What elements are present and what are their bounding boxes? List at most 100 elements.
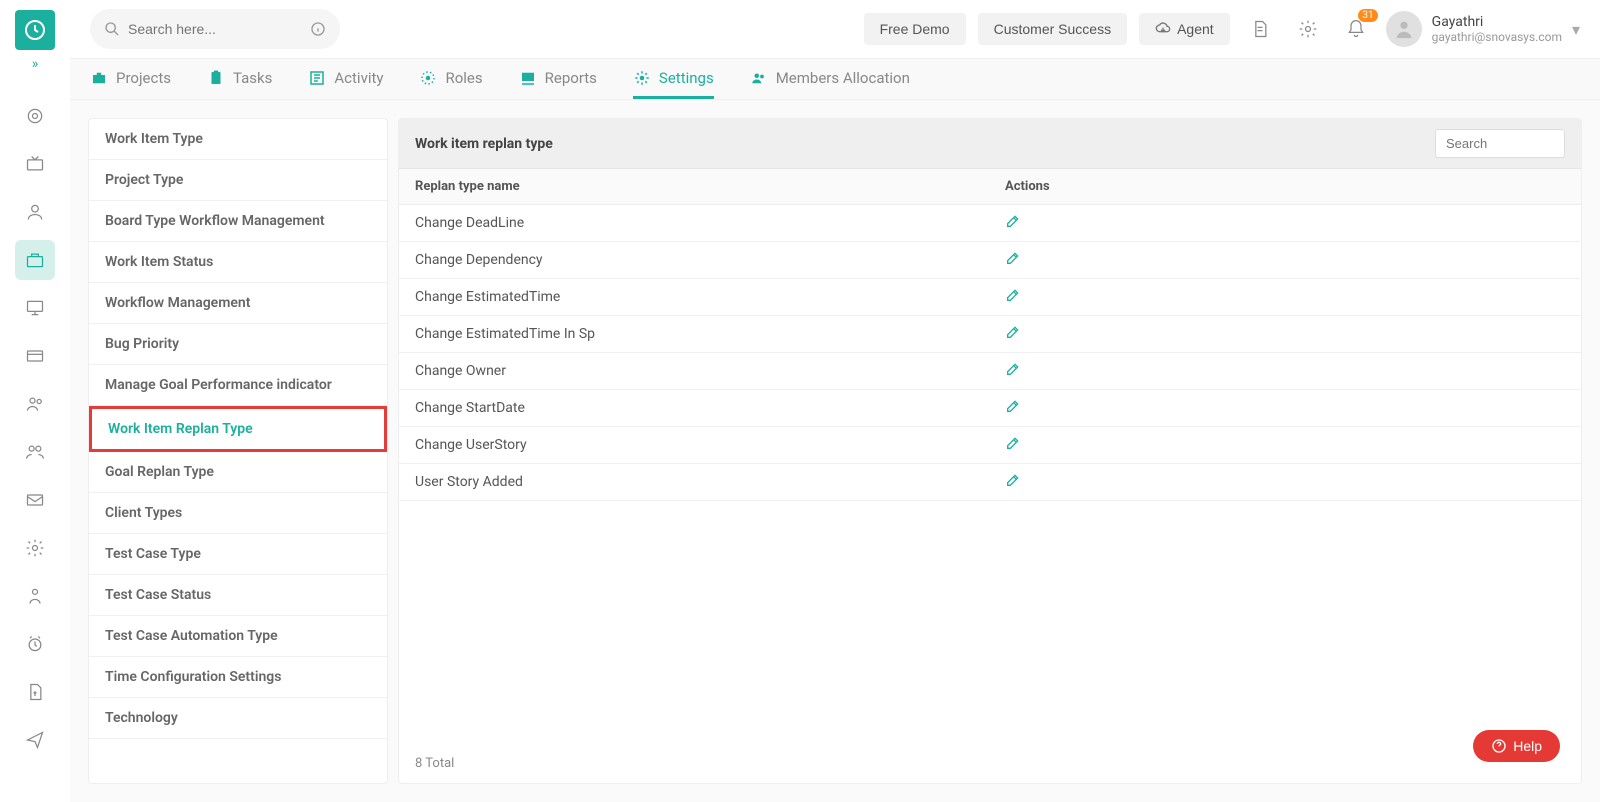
help-button[interactable]: Help <box>1473 730 1560 762</box>
col-replan-name: Replan type name <box>415 179 1005 194</box>
col-actions: Actions <box>1005 179 1565 194</box>
rail-target-icon[interactable] <box>15 96 55 136</box>
edit-icon[interactable] <box>1005 324 1021 340</box>
side-item-project-type[interactable]: Project Type <box>89 160 387 201</box>
global-search[interactable] <box>90 9 340 49</box>
side-item-test-case-status[interactable]: Test Case Status <box>89 575 387 616</box>
topbar: Free Demo Customer Success Agent 31 Gaya… <box>70 0 1600 58</box>
row-name: Change EstimatedTime In Sp <box>415 326 1005 342</box>
row-name: Change EstimatedTime <box>415 289 1005 305</box>
table-row: Change EstimatedTime In Sp <box>399 316 1581 353</box>
main-area: Work Item TypeProject TypeBoard Type Wor… <box>70 100 1600 802</box>
tab-projects[interactable]: Projects <box>90 59 171 99</box>
rail-person-icon[interactable] <box>15 192 55 232</box>
table-header: Replan type name Actions <box>399 169 1581 205</box>
chevron-down-icon: ▾ <box>1572 20 1580 39</box>
rail-card-icon[interactable] <box>15 336 55 376</box>
tab-activity[interactable]: Activity <box>308 59 383 99</box>
rail-user2-icon[interactable] <box>15 576 55 616</box>
user-menu[interactable]: Gayathri gayathri@snovasys.com ▾ <box>1386 11 1580 47</box>
tab-settings[interactable]: Settings <box>633 59 714 99</box>
doc-icon[interactable] <box>1242 11 1278 47</box>
info-icon[interactable] <box>310 21 326 37</box>
cloud-download-icon <box>1155 21 1171 37</box>
row-actions <box>1005 324 1565 344</box>
row-actions <box>1005 435 1565 455</box>
search-icon <box>104 21 120 37</box>
notification-icon[interactable]: 31 <box>1338 11 1374 47</box>
row-name: Change UserStory <box>415 437 1005 453</box>
rail-expand-icon[interactable]: » <box>32 56 39 72</box>
tab-members[interactable]: Members Allocation <box>750 59 910 99</box>
side-item-board-type-workflow-management[interactable]: Board Type Workflow Management <box>89 201 387 242</box>
row-name: Change DeadLine <box>415 215 1005 231</box>
settings-side-panel: Work Item TypeProject TypeBoard Type Wor… <box>88 118 388 784</box>
side-item-time-configuration-settings[interactable]: Time Configuration Settings <box>89 657 387 698</box>
side-item-manage-goal-performance-indicator[interactable]: Manage Goal Performance indicator <box>89 365 387 406</box>
tabs-row: Projects Tasks Activity Roles Reports Se… <box>70 58 1600 100</box>
table-row: User Story Added <box>399 464 1581 501</box>
table-body: Change DeadLine Change Dependency Change E… <box>399 205 1581 501</box>
notification-badge: 31 <box>1358 9 1377 22</box>
rail-people-icon[interactable] <box>15 384 55 424</box>
side-item-work-item-type[interactable]: Work Item Type <box>89 119 387 160</box>
rail-monitor-icon[interactable] <box>15 288 55 328</box>
edit-icon[interactable] <box>1005 361 1021 377</box>
row-name: Change Owner <box>415 363 1005 379</box>
tab-roles[interactable]: Roles <box>419 59 482 99</box>
row-actions <box>1005 472 1565 492</box>
content-title: Work item replan type <box>415 136 553 152</box>
side-item-client-types[interactable]: Client Types <box>89 493 387 534</box>
side-item-workflow-management[interactable]: Workflow Management <box>89 283 387 324</box>
total-count: 8 Total <box>399 744 1581 783</box>
left-rail: » <box>0 0 70 802</box>
rail-briefcase-icon[interactable] <box>15 240 55 280</box>
content-search-input[interactable] <box>1435 129 1565 158</box>
row-name: Change StartDate <box>415 400 1005 416</box>
search-input[interactable] <box>128 21 310 37</box>
edit-icon[interactable] <box>1005 250 1021 266</box>
table-row: Change DeadLine <box>399 205 1581 242</box>
side-item-test-case-type[interactable]: Test Case Type <box>89 534 387 575</box>
user-name: Gayathri <box>1432 14 1562 30</box>
settings-icon[interactable] <box>1290 11 1326 47</box>
side-item-work-item-status[interactable]: Work Item Status <box>89 242 387 283</box>
user-email: gayathri@snovasys.com <box>1432 30 1562 44</box>
row-actions <box>1005 213 1565 233</box>
side-item-technology[interactable]: Technology <box>89 698 387 739</box>
avatar <box>1386 11 1422 47</box>
row-actions <box>1005 287 1565 307</box>
side-item-work-item-replan-type[interactable]: Work Item Replan Type <box>89 406 387 452</box>
rail-tv-icon[interactable] <box>15 144 55 184</box>
content-header: Work item replan type <box>399 119 1581 169</box>
edit-icon[interactable] <box>1005 213 1021 229</box>
table-row: Change UserStory <box>399 427 1581 464</box>
rail-send-icon[interactable] <box>15 720 55 760</box>
rail-file-icon[interactable] <box>15 672 55 712</box>
app-logo[interactable] <box>15 10 55 50</box>
tab-tasks[interactable]: Tasks <box>207 59 272 99</box>
edit-icon[interactable] <box>1005 435 1021 451</box>
table-row: Change Owner <box>399 353 1581 390</box>
table-row: Change Dependency <box>399 242 1581 279</box>
table-row: Change EstimatedTime <box>399 279 1581 316</box>
rail-mail-icon[interactable] <box>15 480 55 520</box>
customer-success-button[interactable]: Customer Success <box>978 13 1127 45</box>
row-name: User Story Added <box>415 474 1005 490</box>
rail-group-icon[interactable] <box>15 432 55 472</box>
edit-icon[interactable] <box>1005 472 1021 488</box>
tab-reports[interactable]: Reports <box>519 59 597 99</box>
row-name: Change Dependency <box>415 252 1005 268</box>
free-demo-button[interactable]: Free Demo <box>864 13 966 45</box>
row-actions <box>1005 361 1565 381</box>
side-item-goal-replan-type[interactable]: Goal Replan Type <box>89 452 387 493</box>
rail-clock-icon[interactable] <box>15 624 55 664</box>
side-item-test-case-automation-type[interactable]: Test Case Automation Type <box>89 616 387 657</box>
row-actions <box>1005 398 1565 418</box>
edit-icon[interactable] <box>1005 398 1021 414</box>
agent-button[interactable]: Agent <box>1139 13 1230 45</box>
rail-gear-icon[interactable] <box>15 528 55 568</box>
side-item-bug-priority[interactable]: Bug Priority <box>89 324 387 365</box>
edit-icon[interactable] <box>1005 287 1021 303</box>
content-panel: Work item replan type Replan type name A… <box>398 118 1582 784</box>
